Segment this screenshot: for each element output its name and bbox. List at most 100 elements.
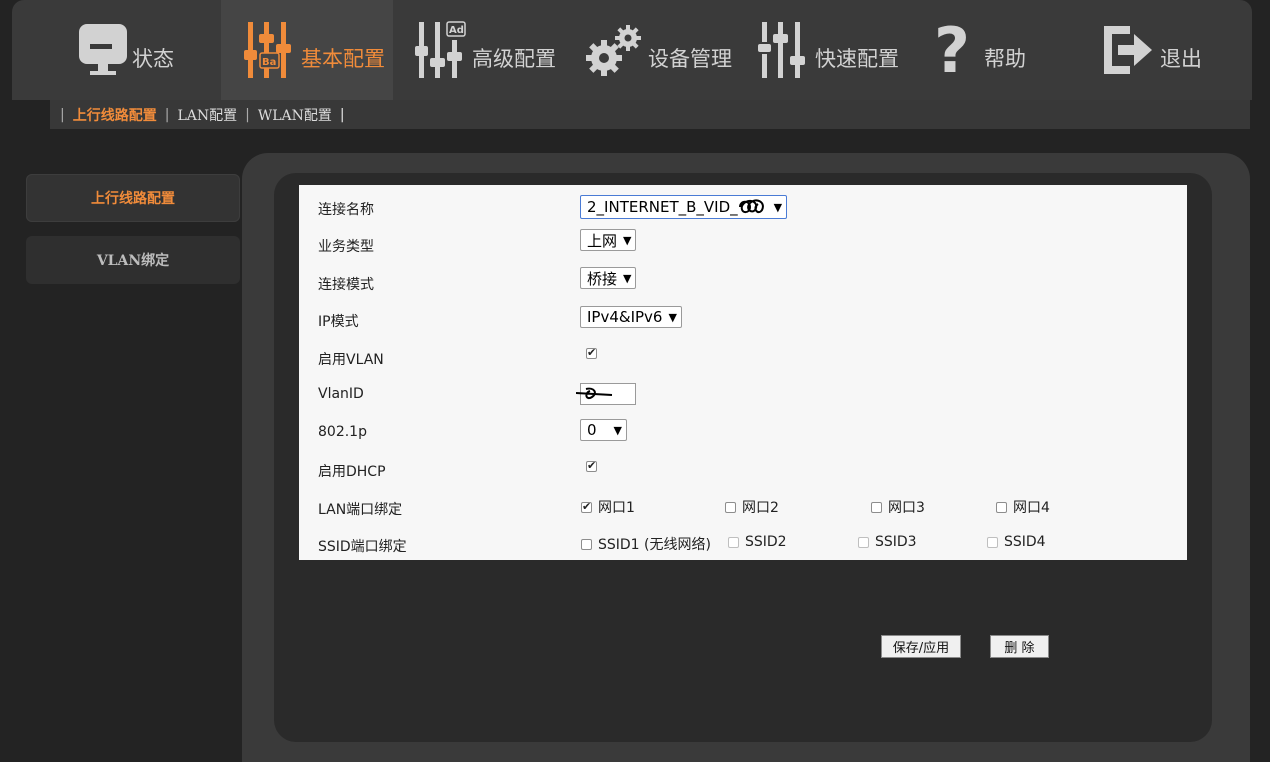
wan-config-form: 连接名称 2_INTERNET_B_VID_ ▼ 业务类型 上网 ▼ 连接模式 xyxy=(299,185,1187,560)
row-ssid-binding: SSID端口绑定 SSID1 (无线网络) SSID2 SSID3 SSID4 xyxy=(299,524,1187,561)
nav-status[interactable]: 状态 xyxy=(78,0,174,100)
lan-port-1-checkbox[interactable] xyxy=(581,500,592,513)
sidebar-item-vlan-binding[interactable]: VLAN绑定 xyxy=(26,236,240,284)
lan-port-3-option[interactable]: 网口3 xyxy=(871,497,925,517)
question-icon: ? xyxy=(932,20,980,80)
ip-mode-label: IP模式 xyxy=(318,314,359,330)
sub-navigation: | 上行线路配置 | LAN配置 | WLAN配置 | xyxy=(50,100,1250,129)
subnav-divider: | xyxy=(60,106,65,123)
delete-button[interactable]: 删 除 xyxy=(990,635,1049,658)
nav-basic-config[interactable]: Ba 基本配置 xyxy=(221,0,393,100)
ssid4-checkbox[interactable] xyxy=(987,536,998,548)
sliders-advanced-icon: Ad xyxy=(414,20,468,80)
row-connection-name: 连接名称 2_INTERNET_B_VID_ ▼ xyxy=(299,187,1187,224)
enable-dhcp-label: 启用DHCP xyxy=(318,464,386,480)
ssid-binding-label: SSID端口绑定 xyxy=(318,539,407,555)
nav-device-management-label: 设备管理 xyxy=(648,47,732,71)
nav-help[interactable]: ? 帮助 xyxy=(932,0,1026,100)
service-type-value: 上网 xyxy=(587,231,618,250)
row-8021p: 802.1p 0 ▼ xyxy=(299,412,1187,449)
sliders-basic-icon: Ba xyxy=(243,20,297,80)
connection-mode-select[interactable]: 桥接 ▼ xyxy=(580,267,637,289)
connection-name-label: 连接名称 xyxy=(318,202,374,218)
enable-vlan-label: 启用VLAN xyxy=(318,352,384,368)
enable-vlan-checkbox[interactable] xyxy=(586,346,597,359)
chevron-down-icon: ▼ xyxy=(613,423,622,437)
subnav-wlan-config[interactable]: WLAN配置 xyxy=(258,105,332,125)
lan-port-1-label: 网口1 xyxy=(598,500,635,516)
enable-dhcp-checkbox[interactable] xyxy=(586,459,597,472)
ssid3-checkbox[interactable] xyxy=(858,536,869,548)
row-vlan-id: VlanID xyxy=(299,374,1187,411)
exit-icon xyxy=(1100,22,1156,78)
ssid1-label: SSID1 (无线网络) xyxy=(598,537,711,553)
ssid4-label: SSID4 xyxy=(1004,534,1046,550)
ip-mode-select[interactable]: IPv4&IPv6 ▼ xyxy=(580,306,682,328)
priority-8021p-select[interactable]: 0 ▼ xyxy=(580,419,627,441)
priority-8021p-value: 0 xyxy=(587,421,597,439)
row-connection-mode: 连接模式 桥接 ▼ xyxy=(299,262,1187,299)
nav-quick-config-label: 快速配置 xyxy=(815,47,899,71)
ssid2-option[interactable]: SSID2 xyxy=(728,534,787,550)
connection-name-value: 2_INTERNET_B_VID_ xyxy=(587,198,738,216)
lan-binding-label: LAN端口绑定 xyxy=(318,502,403,518)
lan-port-2-option[interactable]: 网口2 xyxy=(725,497,779,517)
vlan-id-label: VlanID xyxy=(318,386,364,402)
chevron-down-icon: ▼ xyxy=(668,310,677,324)
nav-logout-label: 退出 xyxy=(1160,47,1202,71)
row-enable-dhcp: 启用DHCP xyxy=(299,449,1187,486)
ssid2-label: SSID2 xyxy=(745,534,787,550)
scribble-mark xyxy=(575,385,616,407)
sliders-quick-icon xyxy=(757,20,811,80)
service-type-select[interactable]: 上网 ▼ xyxy=(580,229,637,251)
monitor-icon xyxy=(78,22,128,78)
row-enable-vlan: 启用VLAN xyxy=(299,337,1187,374)
subnav-divider: | xyxy=(164,106,170,123)
row-service-type: 业务类型 上网 ▼ xyxy=(299,224,1187,261)
subnav-uplink-config[interactable]: 上行线路配置 xyxy=(73,105,157,125)
svg-text:?: ? xyxy=(934,20,970,80)
ssid4-option[interactable]: SSID4 xyxy=(987,534,1046,550)
ssid2-checkbox[interactable] xyxy=(728,536,739,548)
nav-logout[interactable]: 退出 xyxy=(1100,0,1202,100)
row-lan-binding: LAN端口绑定 网口1 网口2 网口3 网口4 xyxy=(299,487,1187,524)
ssid3-label: SSID3 xyxy=(875,534,917,550)
sliders-advanced-badge: Ad xyxy=(449,25,464,36)
ssid3-option[interactable]: SSID3 xyxy=(858,534,917,550)
nav-status-label: 状态 xyxy=(132,47,174,71)
subnav-divider: | xyxy=(245,106,250,123)
nav-help-label: 帮助 xyxy=(984,47,1026,71)
gears-icon xyxy=(584,22,644,78)
lan-port-2-label: 网口2 xyxy=(742,500,779,516)
save-apply-button[interactable]: 保存/应用 xyxy=(881,635,961,658)
sliders-basic-badge: Ba xyxy=(262,57,276,68)
subnav-lan-config[interactable]: LAN配置 xyxy=(177,105,237,125)
connection-mode-value: 桥接 xyxy=(587,269,618,288)
lan-port-4-checkbox[interactable] xyxy=(996,501,1007,513)
priority-8021p-label: 802.1p xyxy=(318,424,367,440)
nav-quick-config[interactable]: 快速配置 xyxy=(757,0,899,100)
service-type-label: 业务类型 xyxy=(318,239,374,255)
lan-port-4-label: 网口4 xyxy=(1013,500,1050,516)
connection-mode-label: 连接模式 xyxy=(318,277,374,293)
top-navigation: 状态 Ba 基本配置 Ad 高级配置 设备管理 快速配置 ? 帮助 退出 xyxy=(12,0,1252,100)
connection-name-select[interactable]: 2_INTERNET_B_VID_ ▼ xyxy=(580,195,788,219)
lan-port-1-option[interactable]: 网口1 xyxy=(581,497,635,517)
row-ip-mode: IP模式 IPv4&IPv6 ▼ xyxy=(299,299,1187,336)
nav-advanced-config-label: 高级配置 xyxy=(472,47,556,71)
lan-port-3-checkbox[interactable] xyxy=(871,501,882,513)
lan-port-3-label: 网口3 xyxy=(888,500,925,516)
scribble-mark xyxy=(738,198,768,216)
lan-port-2-checkbox[interactable] xyxy=(725,501,736,513)
subnav-divider: | xyxy=(339,106,345,123)
ip-mode-value: IPv4&IPv6 xyxy=(587,308,663,326)
nav-device-management[interactable]: 设备管理 xyxy=(584,0,732,100)
chevron-down-icon: ▼ xyxy=(623,233,632,247)
ssid1-option[interactable]: SSID1 (无线网络) xyxy=(581,534,711,554)
ssid1-checkbox[interactable] xyxy=(581,538,592,550)
lan-port-4-option[interactable]: 网口4 xyxy=(996,497,1050,517)
sidebar-item-uplink-config[interactable]: 上行线路配置 xyxy=(26,174,240,222)
nav-basic-config-label: 基本配置 xyxy=(301,47,385,71)
nav-advanced-config[interactable]: Ad 高级配置 xyxy=(414,0,556,100)
chevron-down-icon: ▼ xyxy=(773,200,783,214)
